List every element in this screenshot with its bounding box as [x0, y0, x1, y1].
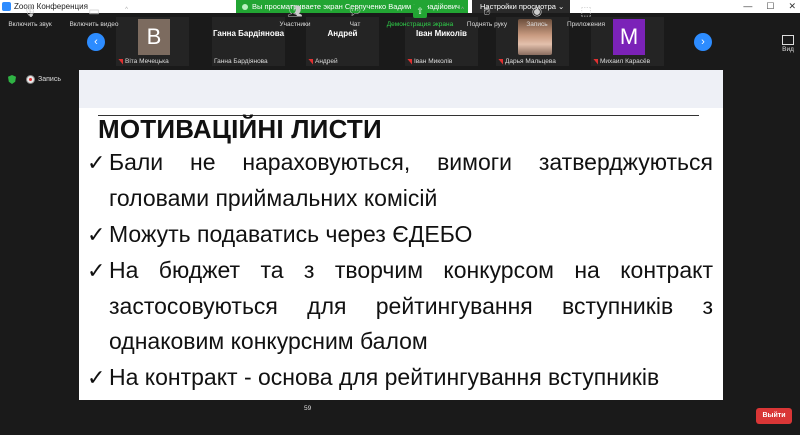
slide-bullet: ✓ Можуть подаватись через ЄДЕБО: [87, 217, 713, 253]
participant-name: Михаил Карасёв: [600, 58, 651, 65]
start-video-button[interactable]: ▭ Включить видео ^: [66, 4, 128, 28]
apps-button[interactable]: ⬚ Приложения: [564, 4, 608, 28]
raise-hand-label: Поднять руку: [466, 21, 508, 28]
unmute-button[interactable]: 🎙︎ Включить звук ^: [6, 4, 60, 28]
muted-mic-icon: [118, 58, 123, 65]
video-off-icon: ▭: [88, 4, 100, 18]
record-icon: [26, 75, 35, 84]
participant-name: Дарья Мальцева: [505, 58, 556, 65]
window-controls: — ☐ ✕: [743, 0, 796, 13]
share-screen-icon: ⇧: [413, 4, 427, 18]
grid-view-icon: [782, 35, 794, 45]
avatar: B: [138, 19, 170, 55]
chevron-up-icon[interactable]: ^: [125, 7, 128, 13]
participants-count: 59: [304, 405, 312, 412]
view-label: Вид: [782, 46, 794, 53]
recording-indicator: Запись: [26, 75, 61, 84]
participant-display-name: Ганна Бардіянова: [212, 29, 285, 38]
view-toggle[interactable]: Вид: [782, 35, 794, 53]
muted-mic-icon: [498, 58, 503, 65]
chevron-up-icon[interactable]: ^: [317, 7, 320, 13]
participant-name: Андрей: [315, 58, 338, 65]
avatar: M: [613, 19, 645, 55]
chevron-up-icon[interactable]: ^: [57, 7, 60, 13]
participants-label: Участники: [279, 21, 311, 28]
checkmark-icon: ✓: [87, 258, 106, 283]
record-icon: ◉: [531, 4, 543, 18]
shared-slide: МОТИВАЦІЙНІ ЛИСТИ ✓ Бали не нараховуютьс…: [79, 70, 723, 400]
muted-mic-icon: [308, 58, 313, 65]
slide-bullet: ✓ На бюджет та з творчим конкурсом на ко…: [87, 253, 713, 360]
share-screen-button[interactable]: ⇧ Демонстрация экрана ^: [382, 4, 464, 28]
slide-header-band: [79, 70, 723, 108]
apps-label: Приложения: [566, 21, 606, 28]
raise-hand-button[interactable]: ✋︎ Поднять руку: [463, 4, 511, 28]
record-label: Запись: [526, 21, 548, 28]
participant-tile[interactable]: B Віта Мечецька: [116, 17, 189, 66]
meeting-toolbar: [0, 400, 800, 435]
recording-label: Запись: [38, 76, 61, 83]
participant-display-name: Іван Миколів: [416, 29, 467, 38]
unmute-label: Включить звук: [8, 21, 52, 28]
slide-bullet: ✓ Бали не нараховуються, вимоги затвердж…: [87, 145, 713, 216]
checkmark-icon: ✓: [87, 222, 106, 247]
participants-icon: 👥︎: [287, 4, 303, 18]
bullet-text: Бали не нараховуються, вимоги затверджую…: [109, 149, 713, 211]
participants-button[interactable]: 👥︎ Участники ^: [276, 4, 320, 28]
maximize-icon[interactable]: ☐: [766, 0, 774, 13]
security-shield-icon[interactable]: [8, 75, 16, 84]
participant-name: Віта Мечецька: [125, 58, 169, 65]
leave-button[interactable]: Выйти: [756, 408, 792, 424]
chat-label: Чат: [349, 21, 361, 28]
previous-page-icon[interactable]: ‹: [87, 33, 105, 51]
chat-button[interactable]: 💬︎ Чат: [343, 4, 367, 28]
participant-name: Ганна Бардіянова: [214, 58, 268, 65]
participant-display-name: Андрей: [327, 29, 358, 38]
next-page-icon[interactable]: ›: [694, 33, 712, 51]
slide-title: МОТИВАЦІЙНІ ЛИСТИ: [98, 114, 382, 144]
bullet-text: На контракт - основа для рейтингування в…: [109, 364, 660, 390]
chat-icon: 💬︎: [347, 4, 363, 18]
minimize-icon[interactable]: —: [743, 0, 752, 13]
muted-mic-icon: [407, 58, 412, 65]
close-icon[interactable]: ✕: [788, 0, 796, 13]
bullet-text: Можуть подаватись через ЄДЕБО: [109, 221, 473, 247]
bullet-text: На бюджет та з творчим конкурсом на конт…: [109, 257, 713, 355]
share-screen-label: Демонстрация экрана: [386, 21, 454, 28]
participant-tile[interactable]: Ганна Бардіянова Ганна Бардіянова: [212, 17, 285, 66]
hand-icon: ✋︎: [483, 4, 491, 18]
muted-microphone-icon: 🎙︎: [22, 4, 38, 18]
muted-mic-icon: [593, 58, 598, 65]
checkmark-icon: ✓: [87, 365, 106, 390]
start-video-label: Включить видео: [69, 21, 119, 28]
record-button[interactable]: ◉ Запись: [522, 4, 552, 28]
apps-icon: ⬚: [580, 4, 592, 18]
sharing-indicator-icon: [242, 3, 248, 10]
slide-bullet: ✓ На контракт - основа для рейтингування…: [87, 360, 713, 396]
participant-name: Іван Миколів: [414, 58, 453, 65]
checkmark-icon: ✓: [87, 150, 106, 175]
